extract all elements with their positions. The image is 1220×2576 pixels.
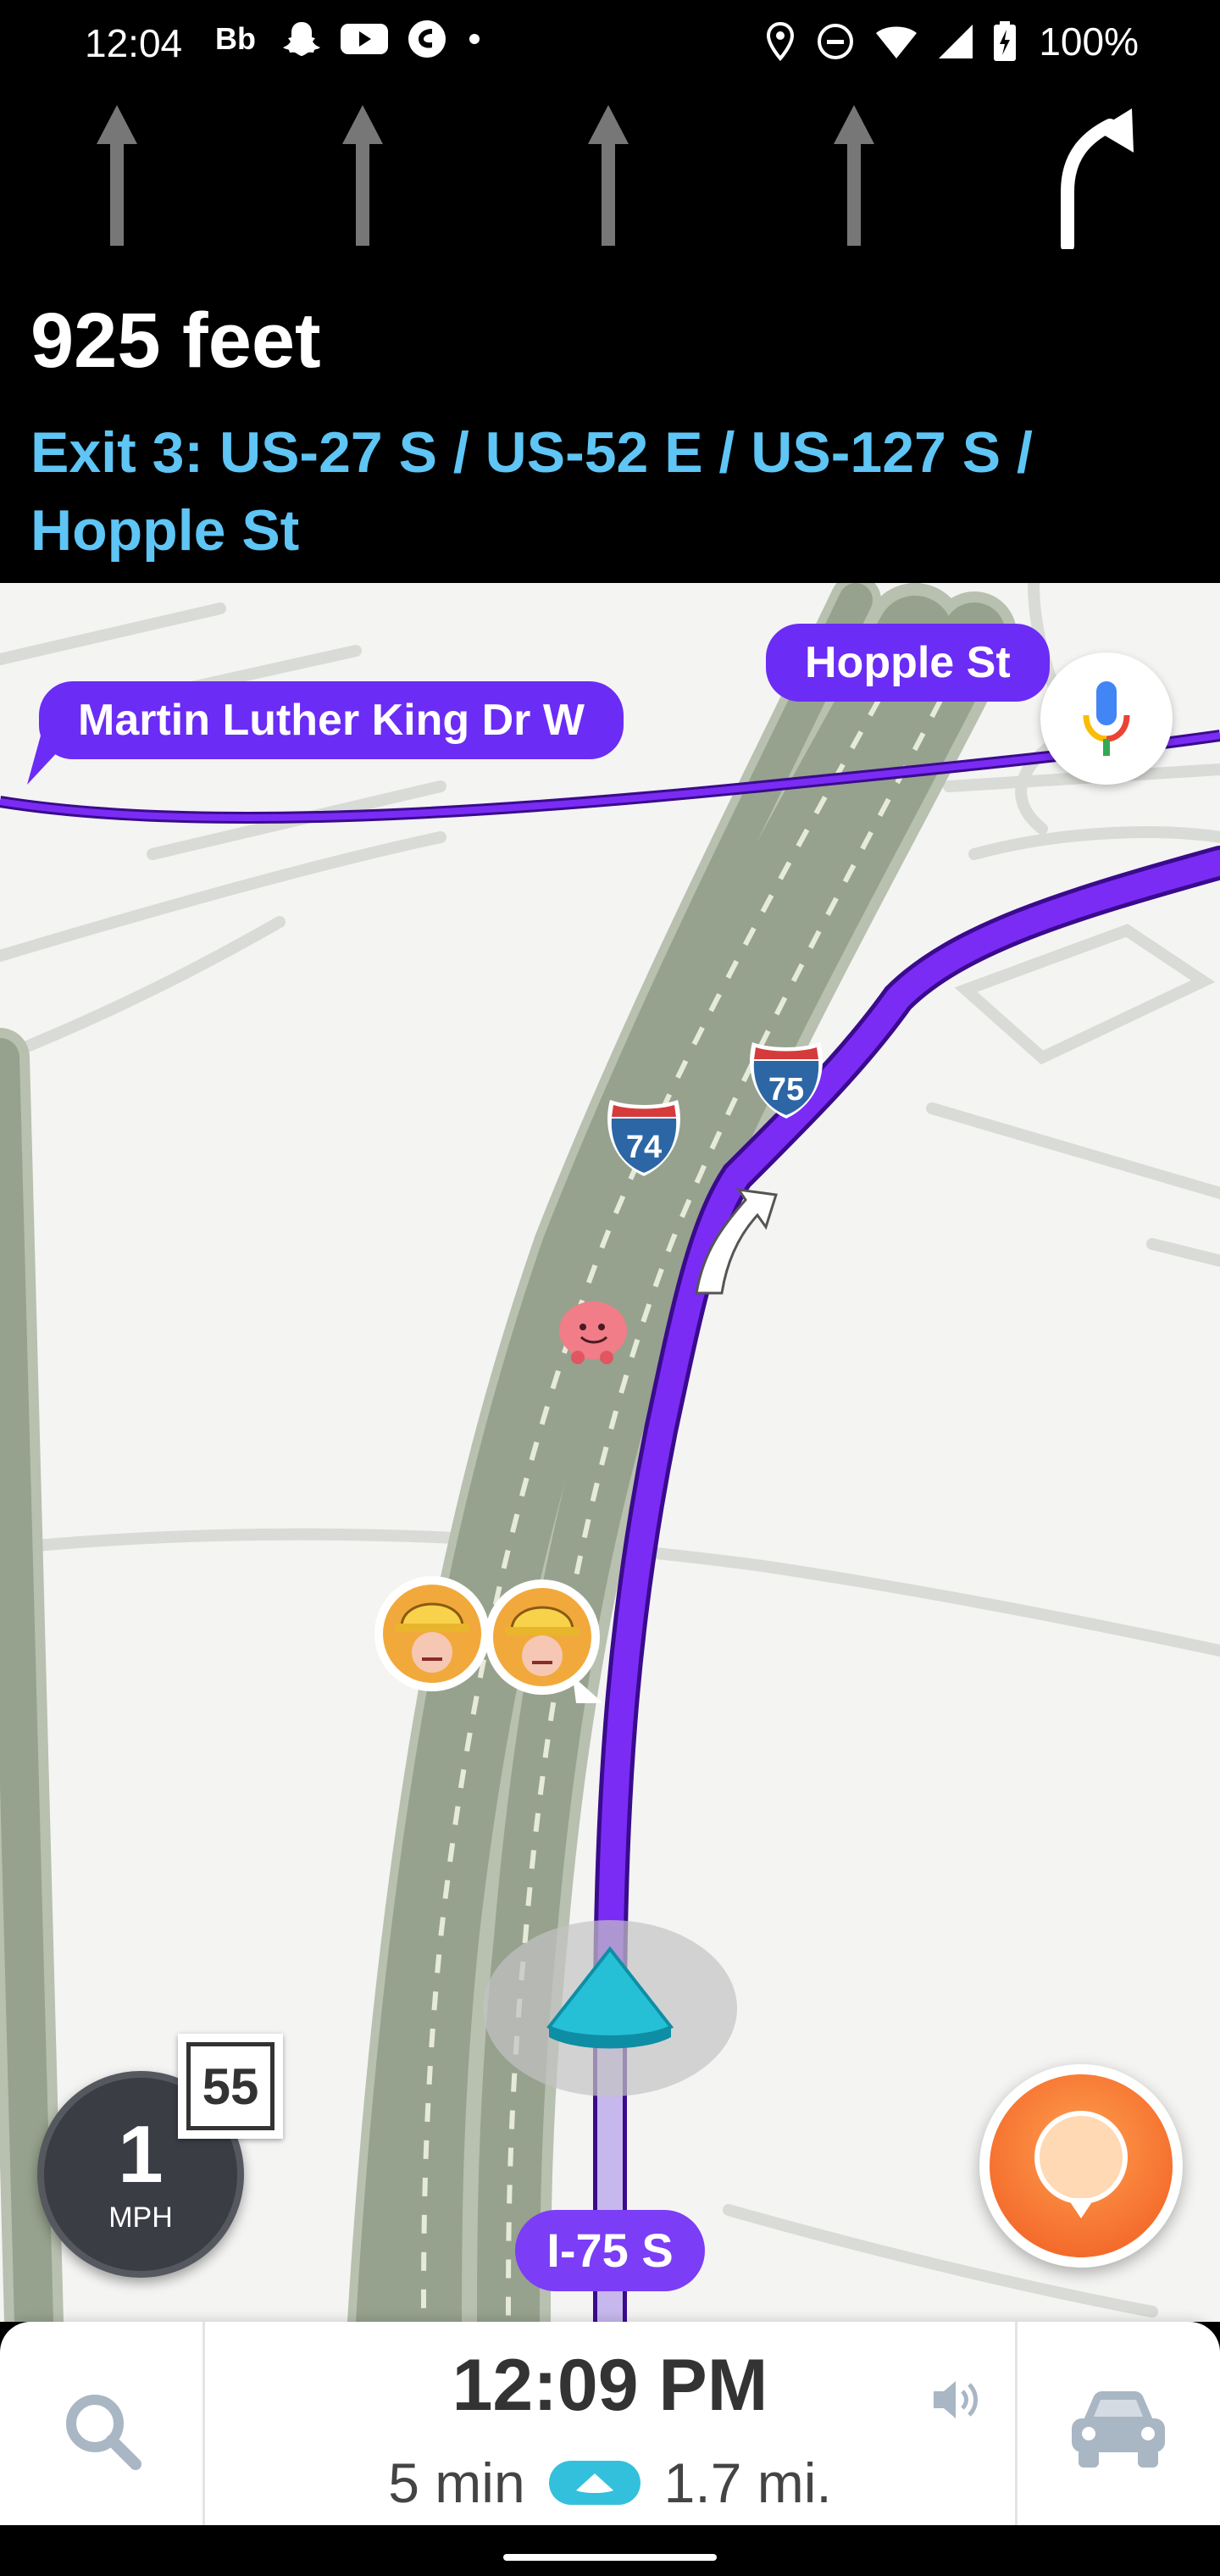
lane-straight-icon bbox=[97, 105, 137, 246]
bottom-bar: 12:09 PM 5 min 1.7 mi. bbox=[0, 2322, 1220, 2525]
battery-percent: 100% bbox=[1039, 19, 1139, 64]
bb-icon: Bb bbox=[215, 22, 263, 56]
street-label-pointer bbox=[27, 736, 73, 785]
exit-instruction: Exit 3: US-27 S / US-52 E / US-127 S / H… bbox=[30, 420, 1033, 563]
status-time: 12:04 bbox=[85, 21, 183, 65]
dnd-icon bbox=[815, 21, 856, 62]
current-road-badge: I-75 S bbox=[515, 2210, 705, 2291]
svg-text:74: 74 bbox=[626, 1130, 662, 1165]
search-button[interactable] bbox=[0, 2322, 205, 2525]
lane-straight-icon bbox=[588, 105, 629, 246]
wifi-icon bbox=[874, 23, 918, 60]
voice-command-button[interactable] bbox=[1040, 652, 1173, 785]
speed-limit-value: 55 bbox=[186, 2042, 274, 2130]
street-label-hopple: Hopple St bbox=[766, 624, 1050, 702]
construction-report-icon bbox=[374, 1576, 490, 1691]
app-icon bbox=[407, 19, 447, 59]
snapchat-icon bbox=[281, 19, 322, 59]
car-icon bbox=[1072, 2391, 1165, 2468]
arrival-time[interactable]: 12:09 PM bbox=[205, 2344, 1015, 2428]
signal-icon bbox=[937, 23, 974, 60]
lane-slight-right-icon bbox=[1061, 108, 1134, 249]
svg-text:75: 75 bbox=[768, 1072, 804, 1108]
search-icon bbox=[66, 2395, 141, 2470]
interstate-74-shield: 74 bbox=[607, 1100, 680, 1176]
lane-straight-icon bbox=[342, 105, 383, 246]
status-right-icons: 100% bbox=[764, 19, 1139, 64]
youtube-icon bbox=[341, 22, 388, 56]
speed-limit-sign: 55 bbox=[178, 2034, 283, 2139]
navigation-banner[interactable]: 925 feet Exit 3: US-27 S / US-52 E / US-… bbox=[0, 85, 1220, 583]
status-left-icons: Bb bbox=[215, 19, 483, 59]
distance-to-turn: 925 feet bbox=[30, 297, 321, 384]
microphone-icon bbox=[1083, 681, 1130, 756]
lane-guidance bbox=[0, 85, 1220, 271]
lane-straight-icon bbox=[834, 105, 874, 246]
dot-icon bbox=[466, 31, 483, 47]
system-navigation-bar bbox=[0, 2525, 1220, 2576]
location-icon bbox=[764, 21, 796, 62]
report-button[interactable] bbox=[979, 2064, 1183, 2268]
report-icon bbox=[990, 2074, 1173, 2257]
interstate-75-shield: 75 bbox=[750, 1042, 823, 1119]
status-bar: 12:04 Bb 100% bbox=[0, 0, 1220, 85]
sound-icon[interactable] bbox=[930, 2376, 984, 2423]
trip-distance: 1.7 mi. bbox=[663, 2451, 832, 2514]
route-chip-icon bbox=[548, 2461, 640, 2505]
map-view[interactable]: 74 75 Martin Luther King Dr W Hopple St … bbox=[0, 583, 1220, 2322]
trip-duration: 5 min bbox=[388, 2451, 525, 2514]
home-indicator[interactable] bbox=[503, 2554, 717, 2561]
car-settings-button[interactable] bbox=[1015, 2322, 1220, 2525]
street-label-mlk: Martin Luther King Dr W bbox=[39, 681, 624, 759]
speed-unit: MPH bbox=[108, 2201, 173, 2234]
svg-text:Bb: Bb bbox=[215, 22, 256, 56]
trip-summary[interactable]: 5 min 1.7 mi. bbox=[205, 2451, 1015, 2515]
battery-icon bbox=[993, 21, 1017, 62]
